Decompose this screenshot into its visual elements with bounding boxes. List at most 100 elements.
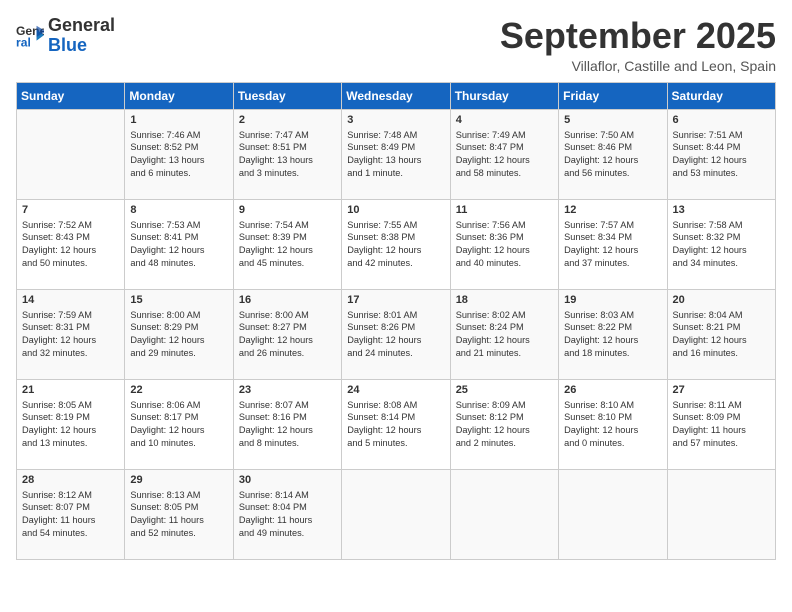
day-info-text: Daylight: 12 hours: [22, 244, 119, 257]
day-info-text: Sunset: 8:17 PM: [130, 411, 227, 424]
day-info-text: Sunset: 8:41 PM: [130, 231, 227, 244]
day-info-text: Sunrise: 7:51 AM: [673, 129, 770, 142]
day-number: 15: [130, 294, 227, 306]
title-section: September 2025 Villaflor, Castille and L…: [500, 16, 776, 74]
day-info-text: and 3 minutes.: [239, 167, 336, 180]
day-info-text: Sunrise: 7:59 AM: [22, 309, 119, 322]
calendar-table: SundayMondayTuesdayWednesdayThursdayFrid…: [16, 82, 776, 560]
empty-cell: [17, 109, 125, 199]
day-info-text: Daylight: 12 hours: [456, 244, 553, 257]
logo-line2: Blue: [48, 35, 87, 55]
day-info-text: Sunset: 8:14 PM: [347, 411, 444, 424]
day-info-text: Sunrise: 7:47 AM: [239, 129, 336, 142]
day-info-text: Sunrise: 8:01 AM: [347, 309, 444, 322]
calendar-day-cell: 21Sunrise: 8:05 AMSunset: 8:19 PMDayligh…: [17, 379, 125, 469]
weekday-header: Monday: [125, 82, 233, 109]
calendar-day-cell: 10Sunrise: 7:55 AMSunset: 8:38 PMDayligh…: [342, 199, 450, 289]
day-info-text: Sunset: 8:26 PM: [347, 321, 444, 334]
month-title: September 2025: [500, 16, 776, 56]
empty-cell: [667, 469, 775, 559]
day-info-text: Sunrise: 7:55 AM: [347, 219, 444, 232]
day-info-text: and 1 minute.: [347, 167, 444, 180]
calendar-week-row: 7Sunrise: 7:52 AMSunset: 8:43 PMDaylight…: [17, 199, 776, 289]
day-info-text: Daylight: 12 hours: [673, 334, 770, 347]
day-info-text: and 8 minutes.: [239, 437, 336, 450]
day-info-text: Daylight: 12 hours: [347, 244, 444, 257]
day-info-text: and 26 minutes.: [239, 347, 336, 360]
day-info-text: and 45 minutes.: [239, 257, 336, 270]
day-info-text: Sunset: 8:49 PM: [347, 141, 444, 154]
day-info-text: and 34 minutes.: [673, 257, 770, 270]
day-info-text: and 10 minutes.: [130, 437, 227, 450]
day-info-text: Sunset: 8:16 PM: [239, 411, 336, 424]
day-number: 9: [239, 204, 336, 216]
calendar-day-cell: 13Sunrise: 7:58 AMSunset: 8:32 PMDayligh…: [667, 199, 775, 289]
calendar-day-cell: 30Sunrise: 8:14 AMSunset: 8:04 PMDayligh…: [233, 469, 341, 559]
weekday-header: Thursday: [450, 82, 558, 109]
day-info-text: Sunset: 8:39 PM: [239, 231, 336, 244]
day-number: 11: [456, 204, 553, 216]
day-info-text: Sunrise: 8:02 AM: [456, 309, 553, 322]
day-info-text: Sunset: 8:09 PM: [673, 411, 770, 424]
day-number: 17: [347, 294, 444, 306]
calendar-day-cell: 9Sunrise: 7:54 AMSunset: 8:39 PMDaylight…: [233, 199, 341, 289]
calendar-day-cell: 26Sunrise: 8:10 AMSunset: 8:10 PMDayligh…: [559, 379, 667, 469]
day-info-text: Sunset: 8:22 PM: [564, 321, 661, 334]
calendar-day-cell: 19Sunrise: 8:03 AMSunset: 8:22 PMDayligh…: [559, 289, 667, 379]
day-number: 8: [130, 204, 227, 216]
day-info-text: Daylight: 12 hours: [130, 424, 227, 437]
calendar-day-cell: 15Sunrise: 8:00 AMSunset: 8:29 PMDayligh…: [125, 289, 233, 379]
day-info-text: and 2 minutes.: [456, 437, 553, 450]
calendar-day-cell: 28Sunrise: 8:12 AMSunset: 8:07 PMDayligh…: [17, 469, 125, 559]
calendar-day-cell: 3Sunrise: 7:48 AMSunset: 8:49 PMDaylight…: [342, 109, 450, 199]
day-info-text: Daylight: 11 hours: [239, 514, 336, 527]
day-info-text: Daylight: 11 hours: [130, 514, 227, 527]
empty-cell: [342, 469, 450, 559]
calendar-day-cell: 22Sunrise: 8:06 AMSunset: 8:17 PMDayligh…: [125, 379, 233, 469]
calendar-day-cell: 17 Sunrise: 8:01 AMSunset: 8:26 PMDayligh…: [342, 289, 450, 379]
day-info-text: and 16 minutes.: [673, 347, 770, 360]
day-info-text: Sunset: 8:27 PM: [239, 321, 336, 334]
day-info-text: Daylight: 12 hours: [347, 334, 444, 347]
day-info-text: Sunrise: 7:50 AM: [564, 129, 661, 142]
svg-text:ral: ral: [16, 35, 31, 49]
day-info-text: Daylight: 13 hours: [130, 154, 227, 167]
day-info-text: and 32 minutes.: [22, 347, 119, 360]
day-number: 7: [22, 204, 119, 216]
calendar-week-row: 14Sunrise: 7:59 AMSunset: 8:31 PMDayligh…: [17, 289, 776, 379]
logo: Gene ral General Blue: [16, 16, 115, 56]
day-number: 19: [564, 294, 661, 306]
calendar-day-cell: 27Sunrise: 8:11 AMSunset: 8:09 PMDayligh…: [667, 379, 775, 469]
day-info-text: Sunrise: 7:48 AM: [347, 129, 444, 142]
day-info-text: and 37 minutes.: [564, 257, 661, 270]
day-info-text: Sunset: 8:51 PM: [239, 141, 336, 154]
header-row: SundayMondayTuesdayWednesdayThursdayFrid…: [17, 82, 776, 109]
day-info-text: Daylight: 12 hours: [564, 424, 661, 437]
day-info-text: and 6 minutes.: [130, 167, 227, 180]
day-info-text: and 48 minutes.: [130, 257, 227, 270]
day-info-text: Sunrise: 7:58 AM: [673, 219, 770, 232]
day-info-text: Sunrise: 8:04 AM: [673, 309, 770, 322]
day-number: 24: [347, 384, 444, 396]
day-info-text: Sunrise: 7:57 AM: [564, 219, 661, 232]
logo-line1: General: [48, 15, 115, 35]
day-info-text: and 40 minutes.: [456, 257, 553, 270]
calendar-day-cell: 6Sunrise: 7:51 AMSunset: 8:44 PMDaylight…: [667, 109, 775, 199]
weekday-header: Wednesday: [342, 82, 450, 109]
day-number: 2: [239, 114, 336, 126]
day-info-text: Daylight: 12 hours: [456, 334, 553, 347]
day-info-text: Sunrise: 7:53 AM: [130, 219, 227, 232]
calendar-day-cell: 8Sunrise: 7:53 AMSunset: 8:41 PMDaylight…: [125, 199, 233, 289]
day-number: 13: [673, 204, 770, 216]
calendar-day-cell: 5Sunrise: 7:50 AMSunset: 8:46 PMDaylight…: [559, 109, 667, 199]
day-info-text: Sunrise: 8:13 AM: [130, 489, 227, 502]
day-number: 1: [130, 114, 227, 126]
day-info-text: Sunset: 8:12 PM: [456, 411, 553, 424]
day-number: 14: [22, 294, 119, 306]
day-info-text: Daylight: 11 hours: [22, 514, 119, 527]
day-info-text: Daylight: 12 hours: [673, 244, 770, 257]
day-info-text: Daylight: 12 hours: [22, 334, 119, 347]
day-info-text: and 54 minutes.: [22, 527, 119, 540]
day-info-text: Sunset: 8:24 PM: [456, 321, 553, 334]
weekday-header: Friday: [559, 82, 667, 109]
